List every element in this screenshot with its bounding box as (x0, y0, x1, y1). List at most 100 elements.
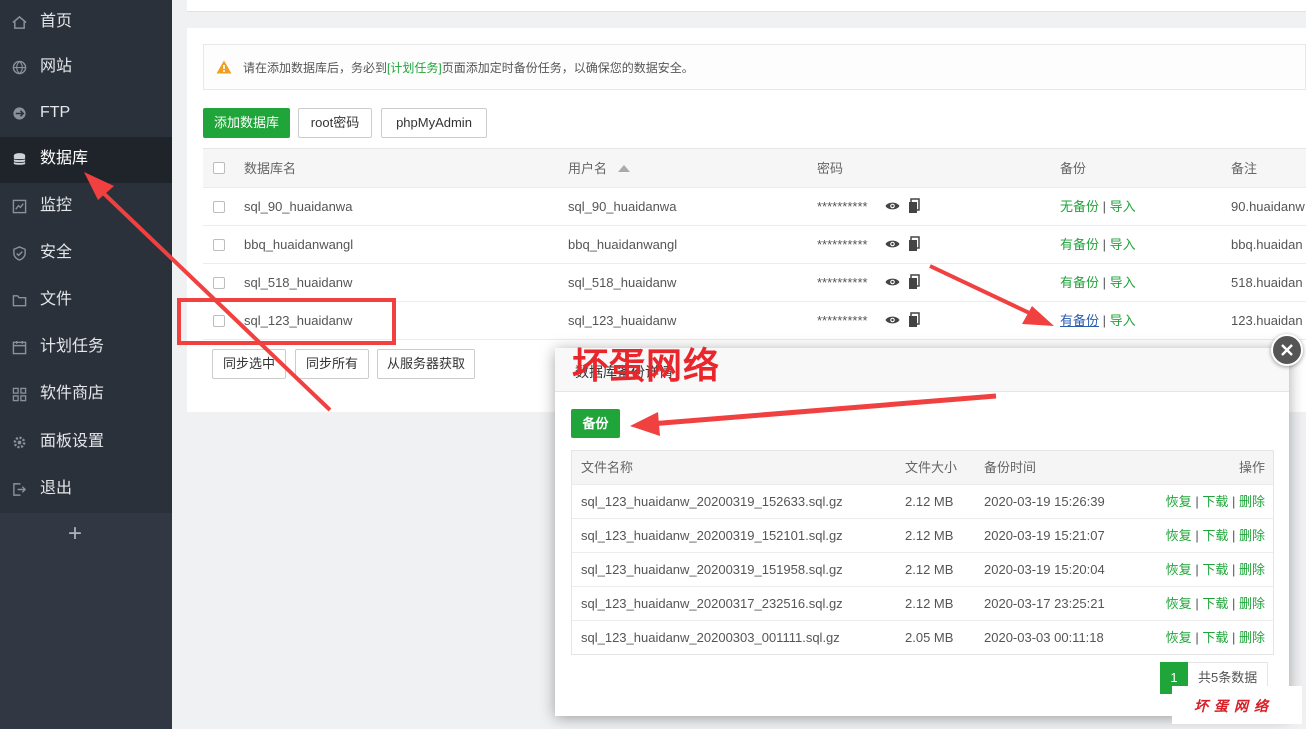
backup-size: 2.12 MB (905, 528, 954, 543)
backup-link[interactable]: 有备份 (1060, 275, 1099, 290)
sidebar-item-label: 安全 (40, 244, 73, 261)
eye-icon[interactable] (885, 236, 900, 252)
table-row: sql_518_huaidanw sql_518_huaidanw ******… (203, 264, 1306, 302)
backup-link[interactable]: 无备份 (1060, 199, 1099, 214)
download-link[interactable]: 下载 (1202, 630, 1228, 645)
sync-all-button[interactable]: 同步所有 (295, 349, 369, 379)
download-link[interactable]: 下载 (1202, 596, 1228, 611)
sidebar-item-logout[interactable]: 退出 (0, 467, 172, 513)
sidebar-item-panel-settings[interactable]: 面板设置 (0, 420, 172, 466)
copy-icon[interactable] (908, 312, 920, 328)
sidebar-item-ftp[interactable]: FTP (0, 91, 172, 137)
sidebar-item-home[interactable]: 首页 (0, 0, 172, 46)
db-note[interactable]: 123.huaidan (1231, 313, 1303, 329)
sidebar-item-label: 首页 (40, 13, 73, 30)
header-name[interactable]: 数据库名 (244, 161, 296, 177)
row-ops: 恢复 | 下载 | 删除 (1165, 494, 1265, 509)
header-user[interactable]: 用户名 (568, 161, 607, 177)
restore-link[interactable]: 恢复 (1166, 528, 1192, 543)
restore-link[interactable]: 恢复 (1166, 630, 1192, 645)
copy-icon[interactable] (908, 198, 920, 214)
sidebar-item-label: 文件 (40, 291, 73, 308)
backup-table: 文件名称 文件大小 备份时间 操作 sql_123_huaidanw_20200… (571, 450, 1274, 655)
cron-link[interactable]: [计划任务] (387, 61, 442, 75)
import-link[interactable]: 导入 (1110, 313, 1136, 328)
db-name: bbq_huaidanwangl (244, 237, 354, 252)
table-row: sql_123_huaidanw_20200303_001111.sql.gz … (572, 621, 1273, 655)
delete-link[interactable]: 删除 (1239, 528, 1265, 543)
add-shortcut-button[interactable]: + (64, 522, 86, 546)
eye-icon[interactable] (885, 274, 900, 290)
root-password-button[interactable]: root密码 (298, 108, 372, 138)
sidebar-item-label: 监控 (40, 197, 73, 214)
shield-icon (13, 246, 26, 261)
backup-cell: 有备份 | 导入 (1060, 275, 1136, 290)
backup-time: 2020-03-17 23:25:21 (984, 596, 1105, 611)
sidebar-item-cron[interactable]: 计划任务 (0, 325, 172, 371)
sidebar-item-security[interactable]: 安全 (0, 231, 172, 277)
header-note: 备注 (1231, 161, 1258, 176)
header-size: 文件大小 (905, 460, 958, 475)
restore-link[interactable]: 恢复 (1166, 562, 1192, 577)
close-icon (1281, 344, 1293, 356)
delete-link[interactable]: 删除 (1239, 630, 1265, 645)
monitor-icon (12, 199, 27, 214)
download-link[interactable]: 下载 (1202, 494, 1228, 509)
modal-close-button[interactable] (1271, 334, 1303, 366)
delete-link[interactable]: 删除 (1239, 494, 1265, 509)
db-note[interactable]: bbq.huaidan (1231, 237, 1303, 253)
header-password: 密码 (817, 161, 844, 176)
sync-selected-button[interactable]: 同步选中 (212, 349, 286, 379)
download-link[interactable]: 下载 (1202, 562, 1228, 577)
sidebar-item-label: 面板设置 (40, 433, 105, 450)
db-user: sql_518_huaidanw (568, 275, 677, 290)
select-all-checkbox[interactable] (213, 162, 225, 174)
eye-icon[interactable] (885, 312, 900, 328)
delete-link[interactable]: 删除 (1239, 596, 1265, 611)
add-database-button[interactable]: 添加数据库 (203, 108, 290, 138)
table-row: sql_123_huaidanw_20200319_152101.sql.gz … (572, 519, 1273, 553)
backup-time: 2020-03-19 15:20:04 (984, 562, 1105, 577)
download-link[interactable]: 下载 (1202, 528, 1228, 543)
sidebar-item-files[interactable]: 文件 (0, 278, 172, 324)
sidebar-item-database[interactable]: 数据库 (0, 137, 172, 183)
sort-asc-icon[interactable] (618, 165, 630, 172)
backup-button[interactable]: 备份 (571, 409, 620, 438)
import-link[interactable]: 导入 (1110, 237, 1136, 252)
sidebar-item-monitor[interactable]: 监控 (0, 184, 172, 230)
restore-link[interactable]: 恢复 (1166, 494, 1192, 509)
row-ops: 恢复 | 下载 | 删除 (1165, 528, 1265, 543)
delete-link[interactable]: 删除 (1239, 562, 1265, 577)
table-row: sql_123_huaidanw_20200319_152633.sql.gz … (572, 485, 1273, 519)
copy-icon[interactable] (908, 236, 920, 252)
sidebar-item-label: 计划任务 (40, 338, 105, 355)
sidebar-item-website[interactable]: 网站 (0, 45, 172, 91)
tip-text: 请在添加数据库后，务必到[计划任务]页面添加定时备份任务，以确保您的数据安全。 (243, 61, 694, 75)
row-checkbox[interactable] (213, 277, 225, 289)
sidebar-item-label: 软件商店 (40, 385, 105, 402)
import-link[interactable]: 导入 (1110, 199, 1136, 214)
table-row: sql_123_huaidanw_20200319_151958.sql.gz … (572, 553, 1273, 587)
phpmyadmin-button[interactable]: phpMyAdmin (381, 108, 487, 138)
sidebar-item-store[interactable]: 软件商店 (0, 372, 172, 418)
import-link[interactable]: 导入 (1110, 275, 1136, 290)
header-ops: 操作 (1238, 460, 1265, 475)
db-note[interactable]: 518.huaidan (1231, 275, 1303, 291)
password-actions (885, 236, 920, 252)
fetch-from-server-button[interactable]: 从服务器获取 (377, 349, 475, 379)
sidebar-item-label: 退出 (40, 480, 73, 497)
backup-link[interactable]: 有备份 (1060, 313, 1099, 328)
db-note[interactable]: 90.huaidanw (1231, 199, 1305, 215)
database-icon (13, 153, 26, 165)
eye-icon[interactable] (885, 198, 900, 214)
backup-size: 2.12 MB (905, 494, 954, 509)
row-checkbox[interactable] (213, 201, 225, 213)
backup-filename: sql_123_huaidanw_20200319_152101.sql.gz (581, 528, 843, 543)
backup-filename: sql_123_huaidanw_20200319_151958.sql.gz (581, 562, 843, 577)
backup-time: 2020-03-19 15:26:39 (984, 494, 1105, 509)
restore-link[interactable]: 恢复 (1166, 596, 1192, 611)
backup-link[interactable]: 有备份 (1060, 237, 1099, 252)
row-checkbox[interactable] (213, 239, 225, 251)
warning-icon (216, 60, 232, 74)
copy-icon[interactable] (908, 274, 920, 290)
